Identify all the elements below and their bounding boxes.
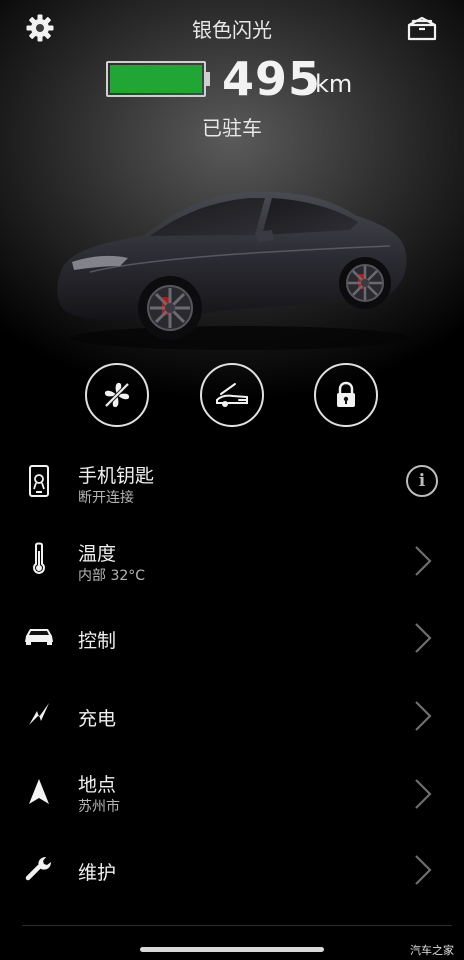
wrench-icon <box>20 849 58 887</box>
chevron-right-icon <box>415 546 432 576</box>
app-screen: 银色闪光 495 km 已驻车 手机钥匙 断开连接 i 温度 内部 32°C 控… <box>0 0 464 960</box>
info-icon[interactable]: i <box>406 465 438 497</box>
battery-tip <box>206 72 210 86</box>
phone-key-title: 手机钥匙 <box>78 465 155 487</box>
battery-indicator <box>106 61 206 97</box>
lock-icon <box>337 381 355 407</box>
menu-row-controls[interactable]: 控制 <box>0 600 464 670</box>
fan-icon <box>104 382 130 408</box>
home-indicator[interactable] <box>140 947 324 952</box>
fan-button[interactable] <box>85 363 149 427</box>
watermark: 汽车之家 <box>410 944 454 957</box>
range-unit: km <box>315 70 353 98</box>
chevron-right-icon <box>415 779 432 809</box>
location-city: 苏州市 <box>78 799 120 815</box>
trunk-button[interactable] <box>200 363 264 427</box>
menu-row-phone-key[interactable]: 手机钥匙 断开连接 i <box>0 445 464 515</box>
chevron-right-icon <box>415 701 432 731</box>
range-value: 495 <box>222 52 322 106</box>
car-image <box>57 191 410 350</box>
charging-title: 充电 <box>78 708 117 730</box>
location-title: 地点 <box>78 774 117 796</box>
chevron-right-icon <box>415 855 432 885</box>
navigation-arrow-icon <box>20 773 58 811</box>
climate-title: 温度 <box>78 543 117 565</box>
bottom-divider <box>22 925 452 926</box>
menu-row-service[interactable]: 维护 <box>0 832 464 902</box>
trunk-icon <box>216 383 248 407</box>
charge-bolt-icon <box>20 695 58 733</box>
thermometer-icon <box>20 540 58 578</box>
menu-row-charging[interactable]: 充电 <box>0 678 464 748</box>
phone-key-status: 断开连接 <box>78 490 134 506</box>
controls-title: 控制 <box>78 630 117 652</box>
phone-key-icon <box>20 462 58 500</box>
car-icon <box>20 617 58 655</box>
service-title: 维护 <box>78 862 117 884</box>
menu-row-location[interactable]: 地点 苏州市 <box>0 756 464 826</box>
menu-row-climate[interactable]: 温度 内部 32°C <box>0 523 464 593</box>
parking-status: 已驻车 <box>202 116 262 140</box>
car-name-title: 银色闪光 <box>192 18 272 42</box>
battery-level-fill <box>110 65 202 93</box>
frunk-icon[interactable] <box>404 10 440 46</box>
chevron-right-icon <box>415 623 432 653</box>
climate-interior-temp: 内部 32°C <box>78 568 146 584</box>
lock-button[interactable] <box>314 363 378 427</box>
